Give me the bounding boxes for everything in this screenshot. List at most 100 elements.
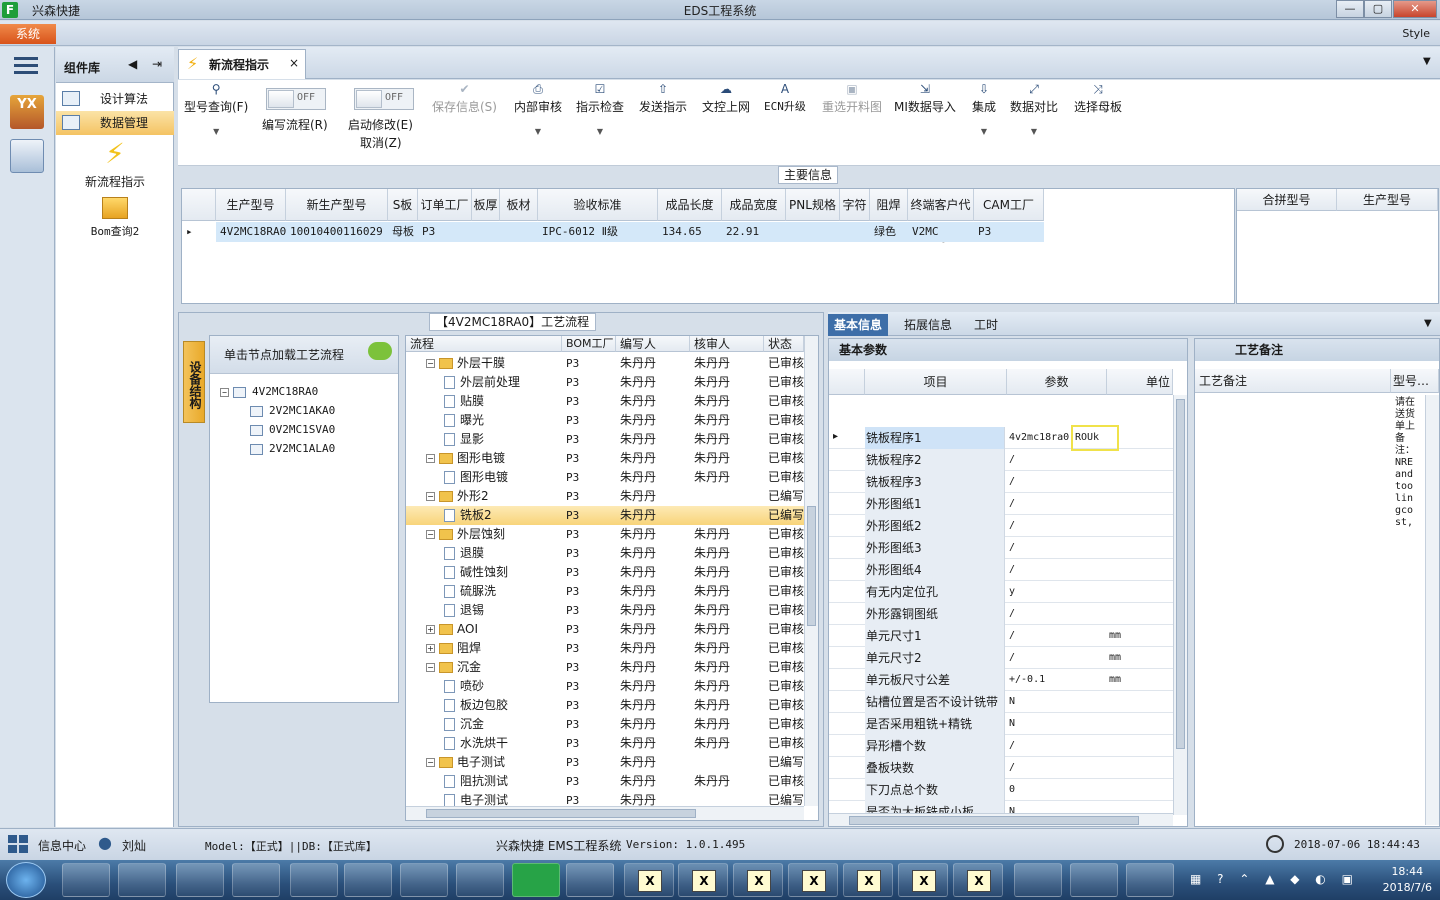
process-row[interactable]: 外层前处理 P3 朱丹丹 朱丹丹 已审核 [406, 373, 804, 392]
expand-icon[interactable]: + [426, 644, 435, 653]
process-row[interactable]: 贴膜 P3 朱丹丹 朱丹丹 已审核 [406, 392, 804, 411]
comp-item-design-algorithm[interactable]: 设计算法 [56, 87, 174, 111]
tool-new-process[interactable]: ⚡ 新流程指示 [56, 139, 174, 190]
process-row[interactable]: 阻抗测试 P3 朱丹丹 朱丹丹 已审核 [406, 772, 804, 791]
instruction-check-button[interactable]: ☑ 指示检查 ▼ [576, 82, 624, 136]
taskbar-clock[interactable]: 18:44 2018/7/6 [1383, 864, 1432, 896]
tray-icons[interactable]: ▦ ? ⌃ ▲ ◆ ◐ ▣ [1190, 872, 1359, 886]
grid-apps-icon[interactable] [8, 835, 28, 853]
param-row[interactable]: 下刀点总个数 0 [829, 779, 1173, 801]
taskbar-desktop-icon[interactable] [1126, 863, 1174, 897]
minimize-button[interactable]: — [1336, 0, 1364, 18]
doc-upload-button[interactable]: ☁ 文控上网 [702, 82, 750, 115]
process-row[interactable]: 退膜 P3 朱丹丹 朱丹丹 已审核 [406, 544, 804, 563]
reselect-cutting-button[interactable]: ▣ 重选开料图 [822, 82, 882, 115]
param-value[interactable]: / [1007, 449, 1105, 471]
model-query-button[interactable]: ⚲ 型号查询(F) ▼ [184, 82, 248, 136]
process-row[interactable]: − 图形电镀 P3 朱丹丹 朱丹丹 已审核 [406, 449, 804, 468]
grid-cell[interactable]: P3 [974, 222, 1044, 242]
grid-cell[interactable]: 10010400116029 [286, 222, 388, 242]
param-value[interactable]: / [1007, 735, 1105, 757]
param-value[interactable]: / [1007, 515, 1105, 537]
grid-cell[interactable]: 22.91 [722, 222, 786, 242]
integrate-button[interactable]: ⇩ 集成 ▼ [972, 82, 996, 136]
taskbar-excel-icon[interactable] [344, 863, 392, 897]
process-row[interactable]: − 外层蚀刻 P3 朱丹丹 朱丹丹 已审核 [406, 525, 804, 544]
grid-cell[interactable] [500, 222, 538, 242]
taskbar-g-app-icon[interactable] [118, 863, 166, 897]
tab-equipment-structure[interactable]: 设备结构 [183, 341, 205, 423]
taskbar-excel-icon[interactable] [456, 863, 504, 897]
process-row[interactable]: + 阻焊 P3 朱丹丹 朱丹丹 已审核 [406, 639, 804, 658]
param-row[interactable]: 外形图纸4 / [829, 559, 1173, 581]
tab-close-icon[interactable]: × [289, 56, 299, 70]
save-info-button[interactable]: ✔ 保存信息(S) [432, 82, 497, 115]
factory-icon[interactable]: YX [10, 95, 44, 129]
taskbar-window-icon[interactable]: X [733, 863, 783, 897]
param-value[interactable]: 0 [1007, 779, 1105, 801]
taskbar-window-icon[interactable]: X [678, 863, 728, 897]
grid-cell[interactable]: 绿色 [870, 222, 908, 242]
hamburger-menu-icon[interactable] [14, 57, 38, 75]
param-value[interactable]: / [1007, 603, 1105, 625]
process-row[interactable]: − 电子测试 P3 朱丹丹 已编写 [406, 753, 804, 772]
grid-cell[interactable]: P3 [418, 222, 472, 242]
close-button[interactable]: ✕ [1393, 0, 1437, 18]
taskbar-window-icon[interactable]: X [953, 863, 1003, 897]
collapse-left-icon[interactable]: ◀ [128, 57, 137, 71]
cancel-button[interactable]: 取消(Z) [360, 134, 402, 151]
param-value[interactable]: N [1007, 691, 1105, 713]
comp-item-data-management[interactable]: 数据管理 [56, 111, 174, 135]
ecn-upgrade-button[interactable]: A ECN升级 [764, 82, 806, 114]
note-tab[interactable]: 工艺备注 [1195, 339, 1439, 361]
start-button[interactable] [6, 862, 46, 898]
param-value[interactable]: / [1007, 471, 1105, 493]
param-row[interactable]: 外形露铜图纸 / [829, 603, 1173, 625]
param-row[interactable]: ▸ 铣板程序1 4v2mc18ra0 ROUk [829, 425, 1173, 451]
style-menu[interactable]: Style [1402, 27, 1430, 40]
param-value[interactable]: y [1007, 581, 1105, 603]
taskbar-shell-app-icon[interactable] [232, 863, 280, 897]
tree-node-root[interactable]: − 4V2MC18RA0 [220, 382, 318, 401]
param-row[interactable]: 单元尺寸2 / mm [829, 647, 1173, 669]
process-row[interactable]: 碱性蚀刻 P3 朱丹丹 朱丹丹 已审核 [406, 563, 804, 582]
param-row[interactable]: 单元板尺寸公差 +/-0.1 mm [829, 669, 1173, 691]
taskbar-window-icon[interactable]: X [843, 863, 893, 897]
taskbar-excel-icon[interactable] [290, 863, 338, 897]
process-row[interactable]: 沉金 P3 朱丹丹 朱丹丹 已审核 [406, 715, 804, 734]
param-value[interactable]: / [1007, 647, 1105, 669]
process-row[interactable]: 水洗烘干 P3 朱丹丹 朱丹丹 已审核 [406, 734, 804, 753]
process-row[interactable]: − 外形2 P3 朱丹丹 已编写 [406, 487, 804, 506]
param-value[interactable]: / [1007, 537, 1105, 559]
collapse-icon[interactable]: − [426, 530, 435, 539]
grid-cell[interactable] [786, 222, 840, 242]
system-menu-button[interactable]: 系统 [0, 24, 56, 44]
param-value[interactable]: 4v2mc18ra0 ROUk [1007, 425, 1119, 451]
taskbar-save-app-icon[interactable] [62, 863, 110, 897]
grid-cell[interactable]: 母板 [388, 222, 418, 242]
collapse-icon[interactable]: − [220, 387, 229, 397]
param-value[interactable]: / [1007, 757, 1105, 779]
collapse-icon[interactable]: − [426, 758, 435, 767]
tab-basic-info[interactable]: 基本信息 [828, 314, 889, 336]
start-modify-toggle[interactable]: OFF [354, 88, 414, 110]
param-row[interactable]: 单元尺寸1 / mm [829, 625, 1173, 647]
param-value[interactable]: N [1007, 713, 1105, 735]
horizontal-scrollbar[interactable] [829, 813, 1173, 826]
process-row[interactable]: 图形电镀 P3 朱丹丹 朱丹丹 已审核 [406, 468, 804, 487]
process-row[interactable]: − 沉金 P3 朱丹丹 朱丹丹 已审核 [406, 658, 804, 677]
process-row[interactable]: 退锡 P3 朱丹丹 朱丹丹 已审核 [406, 601, 804, 620]
param-row[interactable]: 叠板块数 / [829, 757, 1173, 779]
grid-cell[interactable] [472, 222, 500, 242]
taskbar-app-icon[interactable] [1014, 863, 1062, 897]
process-row[interactable]: 铣板2 P3 朱丹丹 已编写 [406, 506, 804, 525]
vertical-scrollbar[interactable] [1173, 395, 1187, 815]
taskbar-excel-icon[interactable] [400, 863, 448, 897]
collapse-icon[interactable]: − [426, 663, 435, 672]
param-row[interactable]: 是否采用粗铣+精铣 N [829, 713, 1173, 735]
tree-node[interactable]: 2V2MC1AKA0 [250, 401, 335, 420]
param-row[interactable]: 外形图纸1 / [829, 493, 1173, 515]
collapse-icon[interactable]: − [426, 359, 435, 368]
select-mother-board-button[interactable]: ⤨ 选择母板 [1074, 82, 1122, 115]
comment-bubble-icon[interactable] [368, 342, 392, 360]
